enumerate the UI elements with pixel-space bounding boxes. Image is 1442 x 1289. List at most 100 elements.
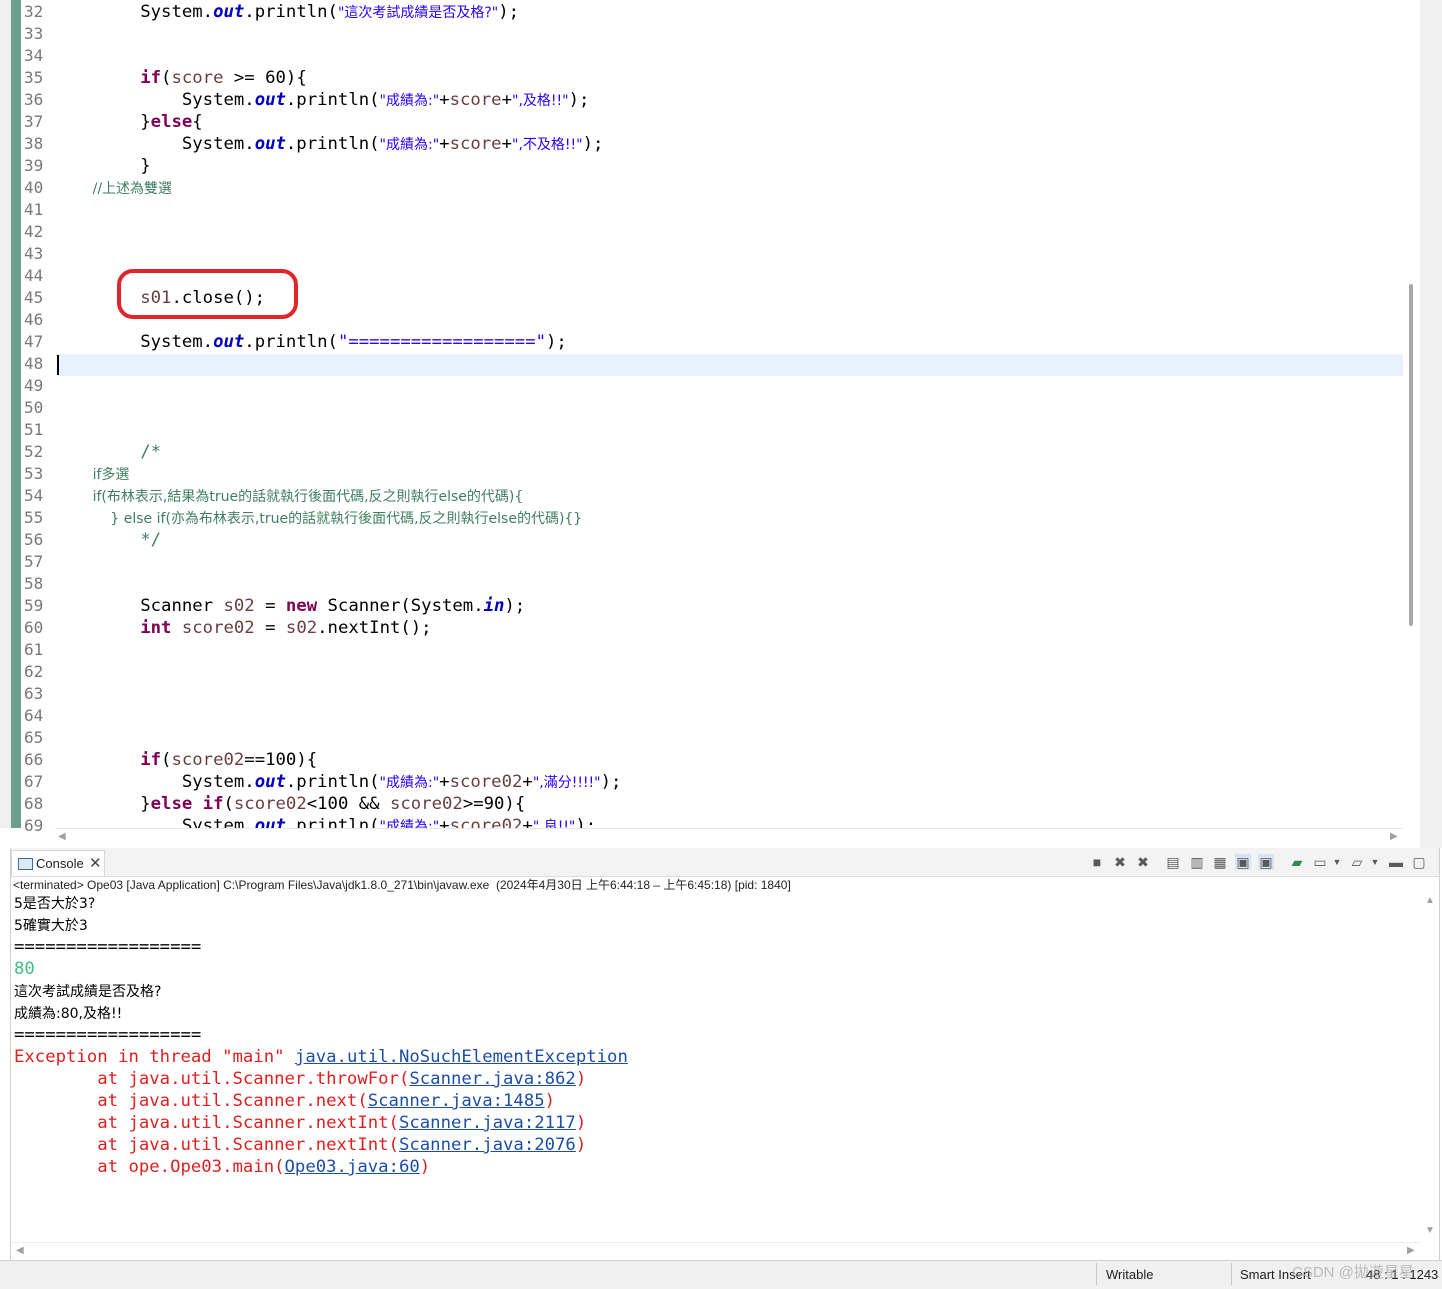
console-text: ) bbox=[575, 1113, 587, 1133]
stacktrace-link[interactable]: Scanner.java:2076 bbox=[399, 1135, 576, 1155]
stacktrace-link[interactable]: Scanner.java:1485 bbox=[368, 1091, 545, 1111]
code-token: ( bbox=[161, 750, 172, 770]
line-number: 47 bbox=[24, 332, 44, 351]
scroll-lock-icon[interactable]: ▥ bbox=[1189, 854, 1205, 870]
stacktrace-link[interactable]: Scanner.java:862 bbox=[409, 1069, 575, 1089]
console-view: Console ✕ ■ ✖ ✖ ▤ ▥ ▦ ▣ ▣ ▰ ▭ ▼ ▱ ▼ ▬ ▢ … bbox=[10, 848, 1440, 1260]
chevron-down-icon[interactable]: ▼ bbox=[1329, 854, 1345, 870]
code-token: .println( bbox=[244, 2, 338, 22]
word-wrap-icon[interactable]: ▦ bbox=[1212, 854, 1228, 870]
code-line: System.out.println("==================")… bbox=[57, 331, 567, 353]
line-number: 35 bbox=[24, 68, 44, 87]
terminate-icon[interactable]: ■ bbox=[1089, 854, 1105, 870]
line-number-gutter: 32 33 34 35 36 37 38 39 40 41 42 43 44 45 46 47 48 49 50 51… bbox=[21, 0, 55, 835]
code-token: Scanner(System. bbox=[317, 596, 484, 616]
code-token: ( bbox=[223, 794, 234, 814]
code-line: System.out.println("成績為:"+score02+",滿分!!… bbox=[57, 771, 622, 793]
line-number: 40 bbox=[24, 178, 44, 197]
remove-launch-icon[interactable]: ✖ bbox=[1112, 854, 1128, 870]
remove-all-terminated-icon[interactable]: ✖ bbox=[1135, 854, 1151, 870]
code-token: else bbox=[150, 112, 193, 132]
line-number: 57 bbox=[24, 552, 44, 571]
console-text: at java.util.Scanner.throwFor( bbox=[14, 1069, 410, 1089]
code-token: .println( bbox=[285, 772, 380, 792]
editor-horizontal-scrollbar[interactable]: ◀ ▶ bbox=[55, 828, 1403, 846]
scroll-up-arrow-icon[interactable]: ▲ bbox=[1425, 896, 1435, 906]
scroll-left-arrow-icon[interactable]: ◀ bbox=[58, 832, 66, 842]
console-horizontal-scrollbar[interactable]: ◀ ▶ bbox=[11, 1242, 1421, 1260]
console-text: at java.util.Scanner.nextInt( bbox=[14, 1113, 399, 1133]
code-token: out bbox=[213, 332, 245, 352]
tab-console[interactable]: Console ✕ bbox=[11, 850, 105, 876]
code-line: System.out.println("成績為:"+score+",不及格!!"… bbox=[57, 133, 604, 155]
code-token: ); bbox=[546, 332, 567, 352]
code-token: } else if(亦為布林表示,true的話就執行後面代碼,反之則執行else… bbox=[57, 511, 583, 527]
code-token: ); bbox=[600, 772, 622, 792]
scroll-right-arrow-icon[interactable]: ▶ bbox=[1407, 1246, 1415, 1256]
console-output-line: at java.util.Scanner.next(Scanner.java:1… bbox=[14, 1090, 555, 1112]
code-token: System. bbox=[57, 90, 255, 110]
line-number: 51 bbox=[24, 420, 44, 439]
editor-vertical-scroll-thumb[interactable] bbox=[1409, 284, 1413, 626]
chevron-down-icon[interactable]: ▼ bbox=[1367, 854, 1383, 870]
scroll-right-arrow-icon[interactable]: ▶ bbox=[1390, 832, 1398, 842]
code-token: + bbox=[522, 816, 533, 828]
code-line: System.out.println("這次考試成績是否及格?"); bbox=[57, 1, 519, 23]
scroll-left-arrow-icon[interactable]: ◀ bbox=[16, 1246, 24, 1256]
pin-console-icon[interactable]: ▰ bbox=[1289, 854, 1305, 870]
stacktrace-link[interactable]: Scanner.java:2117 bbox=[399, 1113, 576, 1133]
console-text: Exception in thread "main" bbox=[14, 1047, 295, 1067]
code-token: .println( bbox=[285, 90, 380, 110]
code-text-area[interactable]: System.out.println("這次考試成績是否及格?"); if(sc… bbox=[57, 0, 1403, 828]
clear-console-icon[interactable]: ▤ bbox=[1165, 854, 1181, 870]
status-writable: Writable bbox=[1106, 1267, 1154, 1282]
code-token: if bbox=[202, 794, 224, 814]
line-number: 37 bbox=[24, 112, 44, 131]
code-editor[interactable]: 32 33 34 35 36 37 38 39 40 41 42 43 44 45 46 47 48 49 50 51… bbox=[0, 0, 1442, 848]
code-token: = bbox=[254, 618, 286, 638]
stacktrace-link[interactable]: Ope03.java:60 bbox=[285, 1157, 420, 1177]
console-text: 成績為:80,及格!! bbox=[14, 1006, 123, 1022]
show-on-stderr-icon[interactable]: ▣ bbox=[1258, 854, 1274, 870]
code-token: score02 bbox=[233, 794, 307, 814]
console-text: ) bbox=[575, 1135, 587, 1155]
code-token: out bbox=[254, 816, 286, 828]
code-token: System. bbox=[57, 134, 255, 154]
console-text: 這次考試成績是否及格? bbox=[14, 984, 162, 1000]
console-output-area[interactable]: 5是否大於3? 5確實大於3 ================== 80 這次考試成績是… bbox=[11, 892, 1421, 1244]
code-token: "成績為:" bbox=[379, 137, 440, 153]
code-token: //上述為雙選 bbox=[57, 181, 173, 197]
code-token: } bbox=[57, 156, 151, 176]
scroll-down-arrow-icon[interactable]: ▼ bbox=[1425, 1226, 1435, 1236]
display-selected-console-icon[interactable]: ▭ bbox=[1312, 854, 1328, 870]
code-line: }else if(score02<100 && score02>=90){ bbox=[57, 793, 525, 815]
code-token: score02 bbox=[181, 618, 255, 638]
line-number: 54 bbox=[24, 486, 44, 505]
code-token: ); bbox=[575, 816, 597, 828]
code-token: new bbox=[285, 596, 318, 616]
code-token: ",滿分!!!!" bbox=[532, 775, 601, 791]
line-number: 53 bbox=[24, 464, 44, 483]
show-on-stdout-icon[interactable]: ▣ bbox=[1235, 854, 1251, 870]
code-line: System.out.println("成績為:"+score02+",良!!"… bbox=[57, 815, 596, 828]
code-token: s02 bbox=[223, 596, 255, 616]
line-number: 38 bbox=[24, 134, 44, 153]
line-number: 49 bbox=[24, 376, 44, 395]
console-output-line: ================== bbox=[14, 936, 201, 958]
console-vertical-scrollbar[interactable]: ▲ ▼ bbox=[1421, 892, 1438, 1242]
minimize-icon[interactable]: ▬ bbox=[1388, 854, 1404, 870]
code-line: } bbox=[57, 155, 151, 177]
status-separator bbox=[1231, 1263, 1232, 1285]
stacktrace-link[interactable]: java.util.NoSuchElementException bbox=[295, 1047, 628, 1067]
code-token: + bbox=[439, 90, 450, 110]
code-token: if(布林表示,結果為true的話就執行後面代碼,反之則執行else的代碼){ bbox=[57, 489, 524, 505]
close-icon[interactable]: ✕ bbox=[89, 854, 102, 872]
maximize-icon[interactable]: ▢ bbox=[1411, 854, 1427, 870]
code-token: + bbox=[439, 134, 450, 154]
open-console-icon[interactable]: ▱ bbox=[1349, 854, 1365, 870]
code-token: int bbox=[140, 618, 172, 638]
line-number: 61 bbox=[24, 640, 44, 659]
code-token: "成績為:" bbox=[379, 819, 440, 828]
